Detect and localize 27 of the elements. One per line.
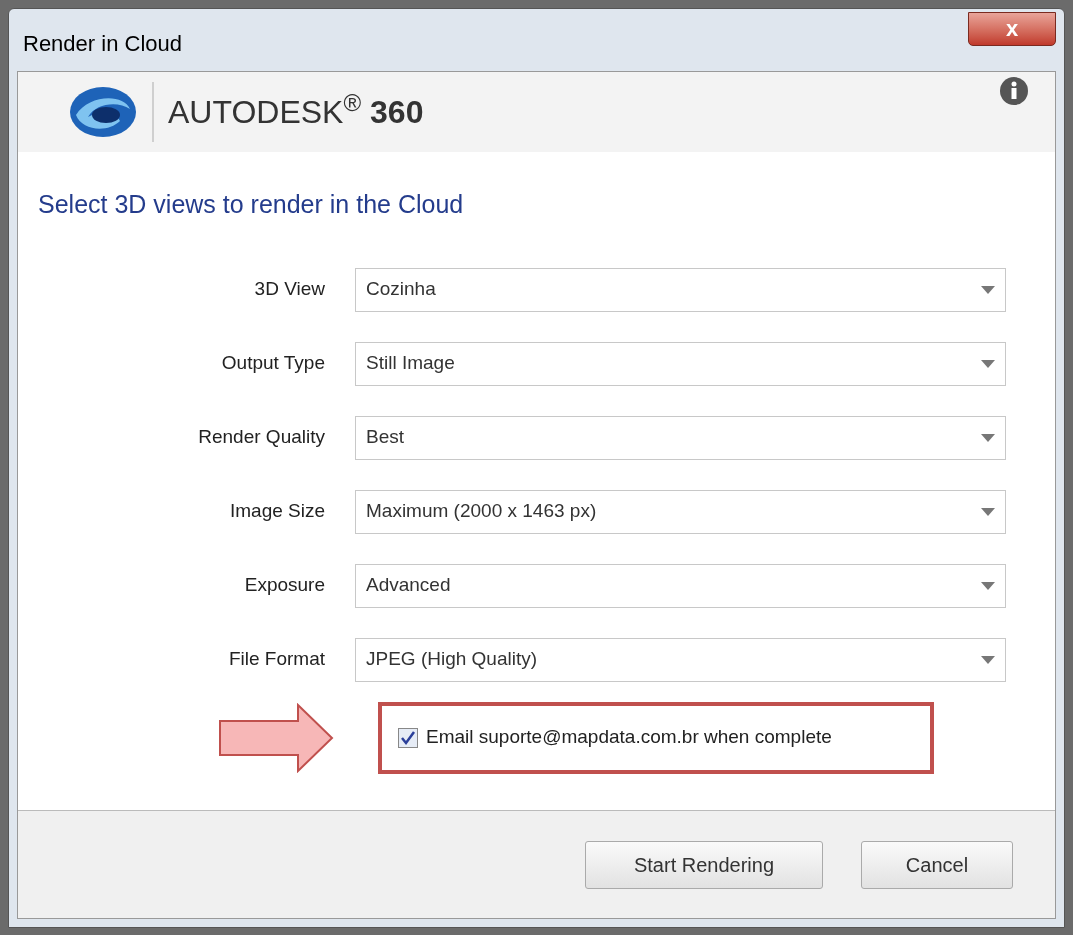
window-title: Render in Cloud [22,29,182,58]
field-label: File Format [227,647,326,672]
info-icon[interactable] [999,76,1029,106]
brand-name: AUTODESK$^{®}$ 360 [168,88,424,132]
dialog-button[interactable]: Cancel [861,840,1013,889]
field-label: Output Type [220,351,326,376]
field-label: Image Size [228,499,326,524]
field-label: 3D View [253,277,326,302]
caret-icon [981,581,995,590]
caret-icon [981,507,995,516]
caret-icon [981,285,995,294]
dropdown[interactable]: Cozinha [355,267,1006,312]
dialog-button[interactable]: Start Rendering [585,840,823,889]
caret-icon [981,655,995,664]
section-heading: Select 3D views to render in the Cloud [38,189,465,220]
dropdown[interactable]: Advanced [355,563,1006,608]
dropdown[interactable]: Maximum (2000 x 1463 px) [355,489,1006,534]
field-label: Render Quality [197,425,326,450]
field-label: Exposure [243,573,326,598]
checkbox[interactable] [398,727,418,748]
checkbox-label: Email suporte@mapdata.com.br when complete [426,725,832,750]
logo-icon [68,85,138,139]
dropdown[interactable]: Best [355,415,1006,460]
dropdown[interactable]: Still Image [355,341,1006,386]
caret-icon [981,433,995,442]
caret-icon [981,359,995,368]
dropdown[interactable]: JPEG (High Quality) [355,637,1006,682]
